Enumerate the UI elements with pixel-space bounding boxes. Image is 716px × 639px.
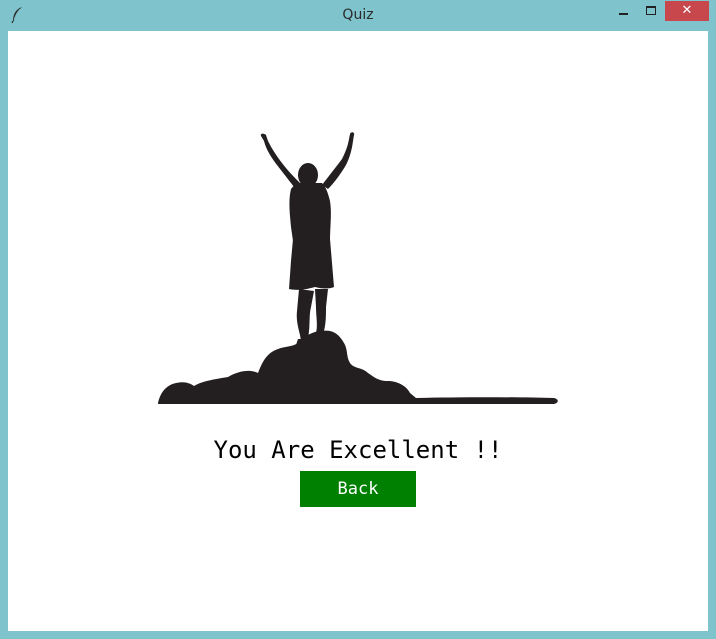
close-button[interactable]: ✕ — [665, 1, 709, 21]
maximize-button[interactable] — [637, 1, 664, 21]
quiz-window: Quiz ✕ You Are Excellent !! Back — [0, 0, 716, 639]
window-content: You Are Excellent !! Back — [8, 31, 708, 631]
close-icon: ✕ — [681, 3, 693, 18]
window-title: Quiz — [342, 7, 374, 23]
celebration-silhouette-image — [158, 132, 558, 404]
title-bar[interactable]: Quiz ✕ — [0, 0, 716, 30]
result-message: You Are Excellent !! — [213, 436, 503, 464]
minimize-button[interactable] — [610, 1, 637, 21]
back-button[interactable]: Back — [300, 471, 416, 507]
